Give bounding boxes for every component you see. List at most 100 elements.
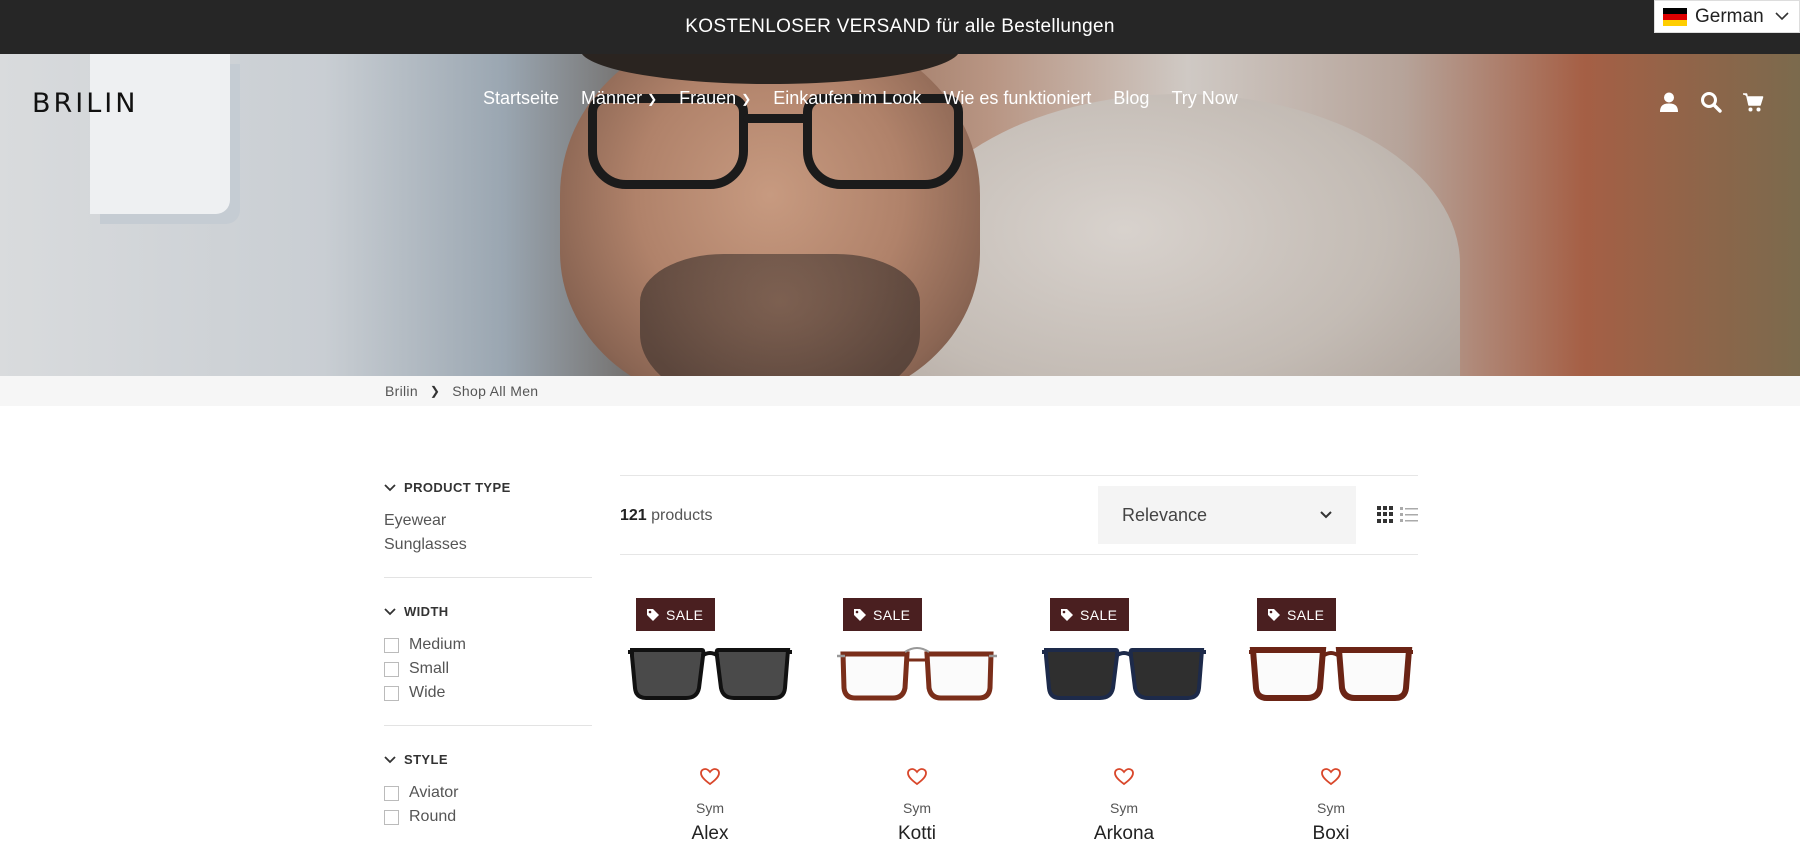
- nav-item-einkaufen-im-look[interactable]: Einkaufen im Look: [773, 88, 921, 109]
- product-grid: SALE Sym Alex SALE Sym Kotti SALE Sym Ar…: [620, 580, 1448, 852]
- checkbox-label: Wide: [409, 684, 446, 701]
- breadcrumb-home[interactable]: Brilin: [385, 383, 418, 399]
- nav-item-startseite[interactable]: Startseite: [483, 88, 559, 109]
- sunglasses-image: [1042, 648, 1206, 700]
- checkbox[interactable]: [384, 661, 399, 677]
- sale-badge: SALE: [1050, 598, 1130, 631]
- product-count-number: 121: [620, 507, 647, 524]
- product-name[interactable]: Arkona: [1034, 823, 1214, 845]
- main-nav: Startseite Männer ❯ Frauen ❯ Einkaufen im …: [483, 88, 1238, 109]
- chevron-down-icon: ❯: [647, 91, 658, 106]
- tag-icon: [854, 608, 866, 621]
- announcement-text: KOSTENLOSER VERSAND für alle Bestellunge…: [685, 16, 1115, 37]
- checkbox[interactable]: [384, 785, 399, 801]
- nav-label: Wie es funktioniert: [943, 88, 1092, 108]
- filter-style-toggle[interactable]: STYLE: [384, 752, 592, 767]
- search-icon[interactable]: [1700, 91, 1722, 113]
- nav-label: Männer: [581, 88, 643, 108]
- user-icon[interactable]: [1658, 91, 1680, 113]
- heart-icon[interactable]: [1321, 768, 1341, 786]
- sunglasses-image: [628, 648, 792, 700]
- filter-title: STYLE: [404, 752, 448, 767]
- product-count-suffix: products: [646, 507, 713, 524]
- nav-label: Einkaufen im Look: [773, 88, 922, 108]
- announcement-bar: KOSTENLOSER VERSAND für alle Bestellunge…: [0, 0, 1800, 54]
- nav-item-try-now[interactable]: Try Now: [1171, 88, 1237, 109]
- filter-option-sunglasses[interactable]: Sunglasses: [384, 533, 592, 557]
- tag-icon: [647, 608, 659, 621]
- filter-option-round[interactable]: Round: [384, 805, 592, 829]
- heart-icon[interactable]: [907, 768, 927, 786]
- product-brand: Sym: [1317, 800, 1345, 816]
- brand-logo[interactable]: BRILIN: [32, 88, 138, 119]
- checkbox-label: Aviator: [409, 784, 459, 801]
- sale-badge-label: SALE: [666, 606, 704, 623]
- product-card[interactable]: SALE Sym Alex: [620, 580, 827, 852]
- product-brand: Sym: [1110, 800, 1138, 816]
- product-card[interactable]: SALE Sym Kotti: [827, 580, 1034, 852]
- nav-label: Blog: [1113, 88, 1150, 108]
- filter-width-toggle[interactable]: WIDTH: [384, 604, 592, 619]
- german-flag-icon: [1663, 7, 1687, 26]
- heart-icon[interactable]: [700, 768, 720, 786]
- sale-badge: SALE: [843, 598, 923, 631]
- tag-icon: [1268, 608, 1280, 621]
- filter-product-type-toggle[interactable]: PRODUCT TYPE: [384, 480, 592, 495]
- checkbox-label: Round: [409, 808, 457, 825]
- chevron-down-icon: [1775, 12, 1789, 21]
- sale-badge: SALE: [1257, 598, 1337, 631]
- hero-window-shape: [90, 54, 230, 214]
- language-selector[interactable]: German: [1654, 0, 1800, 33]
- sort-value: Relevance: [1122, 504, 1208, 525]
- sale-badge-label: SALE: [873, 606, 911, 623]
- chevron-down-icon: [384, 755, 396, 763]
- nav-item-manner[interactable]: Männer ❯: [581, 88, 657, 109]
- heart-icon[interactable]: [1114, 768, 1134, 786]
- product-card[interactable]: SALE Sym Arkona: [1034, 580, 1241, 852]
- filter-option-wide[interactable]: Wide: [384, 681, 592, 705]
- product-name[interactable]: Alex: [620, 823, 800, 845]
- breadcrumb: Brilin ❯ Shop All Men: [385, 383, 538, 399]
- nav-label: Try Now: [1171, 88, 1238, 108]
- chevron-right-icon: ❯: [429, 384, 441, 398]
- chevron-down-icon: [384, 483, 396, 491]
- nav-item-wie-es-funktioniert[interactable]: Wie es funktioniert: [943, 88, 1091, 109]
- product-toolbar: 121 products Relevance: [620, 475, 1418, 555]
- breadcrumb-bar: [0, 376, 1800, 406]
- grid-view-icon[interactable]: [1377, 506, 1394, 523]
- checkbox[interactable]: [384, 685, 399, 701]
- eyeglasses-image: [837, 647, 997, 701]
- filter-option-medium[interactable]: Medium: [384, 633, 592, 657]
- breadcrumb-current: Shop All Men: [452, 383, 539, 399]
- product-name[interactable]: Boxi: [1241, 823, 1421, 845]
- eyeglasses-image: [1249, 647, 1413, 701]
- cart-icon[interactable]: [1742, 91, 1764, 113]
- product-name[interactable]: Kotti: [827, 823, 1007, 845]
- filter-title: PRODUCT TYPE: [404, 480, 511, 495]
- checkbox[interactable]: [384, 809, 399, 825]
- filter-option-aviator[interactable]: Aviator: [384, 781, 592, 805]
- product-count: 121 products: [620, 507, 713, 525]
- filter-width: WIDTH Medium Small Wide: [384, 604, 592, 726]
- nav-item-blog[interactable]: Blog: [1113, 88, 1149, 109]
- filter-title: WIDTH: [404, 604, 449, 619]
- chevron-down-icon: ❯: [741, 91, 752, 106]
- hero-beard-shape: [640, 254, 920, 376]
- filter-product-type: PRODUCT TYPE Eyewear Sunglasses: [384, 480, 592, 578]
- list-view-icon[interactable]: [1400, 506, 1418, 523]
- nav-label: Startseite: [483, 88, 560, 108]
- filter-sidebar: PRODUCT TYPE Eyewear Sunglasses WIDTH Me…: [384, 480, 592, 852]
- header-icons: [1658, 91, 1764, 113]
- filter-option-small[interactable]: Small: [384, 657, 592, 681]
- sale-badge-label: SALE: [1080, 606, 1118, 623]
- hero-glasses-shape: [588, 94, 988, 194]
- sale-badge: SALE: [636, 598, 716, 631]
- sale-badge-label: SALE: [1287, 606, 1325, 623]
- product-card[interactable]: SALE Sym Boxi: [1241, 580, 1448, 852]
- sort-select[interactable]: Relevance: [1098, 486, 1356, 544]
- checkbox[interactable]: [384, 637, 399, 653]
- nav-label: Frauen: [679, 88, 737, 108]
- nav-item-frauen[interactable]: Frauen ❯: [679, 88, 751, 109]
- product-brand: Sym: [696, 800, 724, 816]
- filter-option-eyewear[interactable]: Eyewear: [384, 509, 592, 533]
